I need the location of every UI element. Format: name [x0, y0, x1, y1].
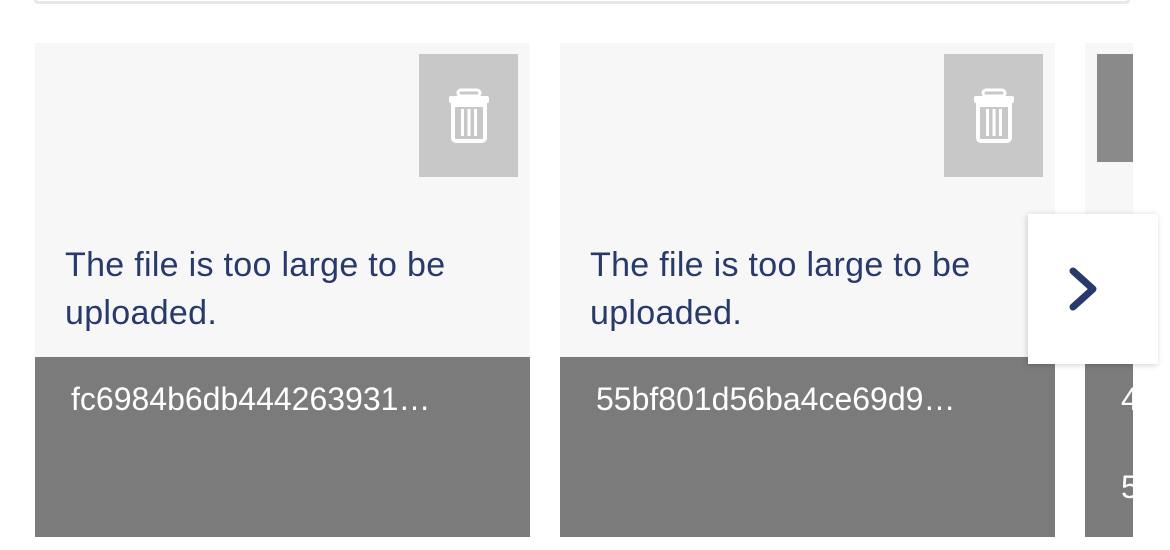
file-thumbnail[interactable] — [1097, 54, 1133, 162]
upload-area-border — [34, 0, 1130, 4]
file-card: The file is too large to be uploaded. 55… — [560, 43, 1055, 537]
filename-bar: fc6984b6db444263931… — [35, 357, 530, 537]
filename-bar: 55bf801d56ba4ce69d9… — [560, 357, 1055, 537]
chevron-right-icon — [1069, 267, 1097, 311]
filename: fc6984b6db444263931… — [71, 381, 431, 417]
filename-bar: 4 5 — [1085, 357, 1133, 537]
error-message: The file is too large to be uploaded. — [65, 246, 446, 332]
file-carousel: The file is too large to be uploaded. fc… — [35, 43, 1133, 537]
filename-line: 5 — [1121, 469, 1133, 505]
trash-icon — [448, 88, 489, 143]
error-message: The file is too large to be uploaded. — [590, 246, 971, 332]
filename-line: 4 — [1121, 381, 1133, 417]
next-button[interactable] — [1028, 214, 1158, 364]
trash-icon — [973, 88, 1014, 143]
filename: 55bf801d56ba4ce69d9… — [596, 381, 956, 417]
file-card: The file is too large to be uploaded. fc… — [35, 43, 530, 537]
delete-button[interactable] — [944, 54, 1043, 177]
delete-button[interactable] — [419, 54, 518, 177]
